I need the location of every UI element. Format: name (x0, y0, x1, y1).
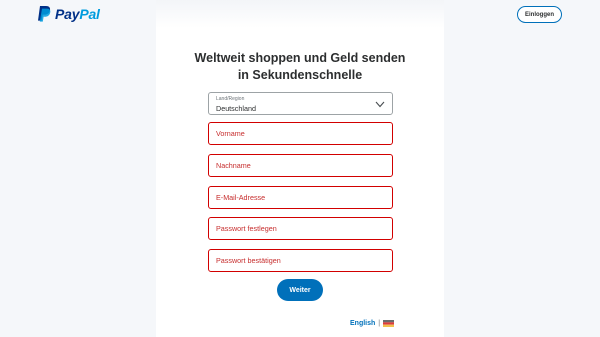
page-title: Weltweit shoppen und Geld senden in Seku… (156, 50, 444, 84)
page-title-line2: in Sekundenschnelle (237, 68, 363, 82)
password-confirm-field[interactable] (208, 249, 393, 272)
language-separator: | (378, 320, 381, 327)
country-select-label: Land/Region (216, 96, 245, 102)
signup-card: Weltweit shoppen und Geld senden in Seku… (156, 0, 444, 337)
logo-pal-text: Pal (79, 6, 100, 22)
chevron-down-icon (375, 101, 385, 108)
paypal-p-icon (38, 6, 51, 22)
login-button[interactable]: Einloggen (517, 6, 562, 23)
language-link-english[interactable]: English (350, 320, 375, 327)
last-name-field[interactable] (208, 154, 393, 177)
paypal-logo[interactable]: PayPal (38, 6, 100, 22)
logo-pay-text: Pay (55, 6, 80, 22)
country-select[interactable]: Land/Region Deutschland (208, 92, 393, 115)
first-name-field[interactable] (208, 122, 393, 145)
page-title-line1: Weltweit shoppen und Geld senden (194, 51, 406, 65)
country-select-value: Deutschland (216, 104, 256, 113)
paypal-wordmark: PayPal (55, 6, 100, 22)
password-field[interactable] (208, 217, 393, 240)
germany-flag-icon[interactable] (383, 320, 395, 327)
email-field[interactable] (208, 186, 393, 209)
card-top-shade (156, 0, 444, 28)
language-switcher: English | (350, 320, 395, 327)
continue-button[interactable]: Weiter (277, 279, 323, 301)
